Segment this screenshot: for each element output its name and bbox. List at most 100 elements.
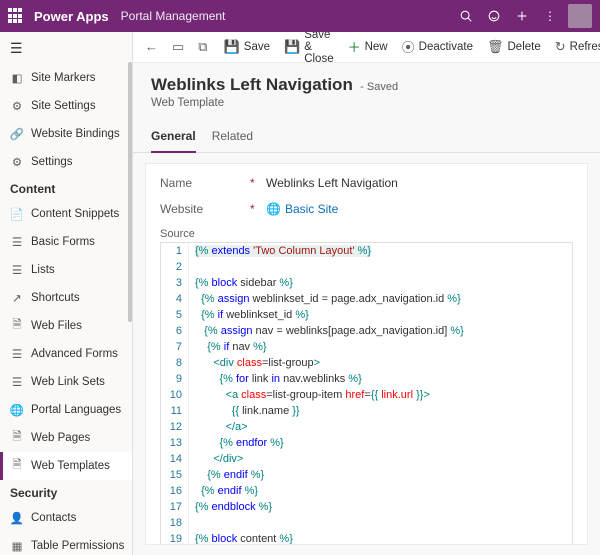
line-number: 12 (161, 419, 189, 435)
sidebar-item-label: Web Pages (31, 432, 90, 444)
code-line[interactable]: {% block sidebar %} (189, 275, 293, 291)
sidebar-item-table-permissions[interactable]: ▦Table Permissions (0, 532, 132, 555)
code-line[interactable]: </a> (189, 419, 248, 435)
code-line[interactable]: <div class=list-group> (189, 355, 320, 371)
code-line[interactable]: {% block content %} (189, 531, 293, 545)
source-editor[interactable]: 1{% extends 'Two Column Layout' %}23{% b… (160, 242, 573, 545)
code-line[interactable] (189, 515, 195, 531)
form-body: Name * Weblinks Left Navigation Website … (145, 163, 588, 545)
code-line[interactable]: {% extends 'Two Column Layout' %} (189, 243, 371, 259)
sidebar-item-advanced-forms[interactable]: ☰Advanced Forms (0, 340, 132, 368)
site-settings-icon: ⚙ (10, 99, 24, 113)
sidebar-item-site-settings[interactable]: ⚙Site Settings (0, 92, 132, 120)
search-icon[interactable] (452, 2, 480, 30)
code-line[interactable]: {% endfor %} (189, 435, 284, 451)
line-number: 1 (161, 243, 189, 259)
record-icon: ▭ (172, 39, 184, 55)
code-line[interactable]: {% if nav %} (189, 339, 267, 355)
code-line[interactable]: {% endif %} (189, 467, 264, 483)
save-close-button[interactable]: 💾Save & Close (278, 33, 340, 61)
lists-icon: ☰ (10, 263, 24, 277)
more-icon[interactable]: ⋮ (536, 2, 564, 30)
sidebar-item-label: Table Permissions (31, 540, 124, 552)
web-files-icon: 🗎 (10, 319, 24, 333)
sidebar-item-label: Contacts (31, 512, 76, 524)
sidebar-item-settings[interactable]: ⚙Settings (0, 148, 132, 176)
required-marker: * (250, 202, 256, 216)
sidebar-item-web-files[interactable]: 🗎 Web Files (0, 312, 132, 340)
sidebar-item-web-templates[interactable]: 🗎Web Templates (0, 452, 132, 480)
hamburger-icon[interactable]: ☰ (0, 32, 132, 64)
code-line[interactable]: <a class=list-group-item href={{ link.ur… (189, 387, 430, 403)
delete-label: Delete (508, 41, 541, 53)
code-line[interactable] (189, 259, 195, 275)
tab-related[interactable]: Related (212, 123, 253, 152)
sidebar-item-label: Web Files (31, 320, 82, 332)
name-label: Name (160, 176, 250, 190)
website-bindings-icon: 🔗 (10, 127, 24, 141)
refresh-icon: ↻ (555, 39, 566, 55)
name-field[interactable]: Weblinks Left Navigation (266, 176, 398, 190)
back-icon: ← (145, 39, 158, 54)
code-line[interactable]: {% assign weblinkset_id = page.adx_navig… (189, 291, 461, 307)
popout-button[interactable]: ⧉ (192, 33, 213, 61)
waffle-icon[interactable] (8, 8, 24, 24)
sidebar-item-contacts[interactable]: 👤 Contacts (0, 504, 132, 532)
code-line[interactable]: {% for link in nav.weblinks %} (189, 371, 362, 387)
code-line[interactable]: {% endblock %} (189, 499, 272, 515)
open-record-button[interactable]: ▭ (166, 33, 190, 61)
delete-button[interactable]: 🗑 Delete (481, 33, 547, 61)
delete-icon: 🗑 (487, 39, 504, 55)
sidebar-item-web-link-sets[interactable]: ☰ Web Link Sets (0, 368, 132, 396)
scrollbar[interactable] (128, 62, 132, 322)
code-line[interactable]: {% assign nav = weblinks[page.adx_naviga… (189, 323, 464, 339)
sidebar-item-label: Basic Forms (31, 236, 95, 248)
code-line[interactable]: {% if weblinkset_id %} (189, 307, 309, 323)
popout-icon: ⧉ (198, 39, 207, 55)
code-line[interactable]: {% endif %} (189, 483, 258, 499)
sidebar-item-label: Portal Languages (31, 404, 121, 416)
sidebar-item-content-snippets[interactable]: 📄Content Snippets (0, 200, 132, 228)
sidebar-item-label: Advanced Forms (31, 348, 118, 360)
deactivate-label: Deactivate (419, 41, 473, 53)
line-number: 8 (161, 355, 189, 371)
brand-label: Power Apps (34, 9, 109, 24)
sidebar-item-basic-forms[interactable]: ☰Basic Forms (0, 228, 132, 256)
sidebar-item-portal-languages[interactable]: 🌐Portal Languages (0, 396, 132, 424)
site-markers-icon: ◧ (10, 71, 24, 85)
form-tabs: General Related (133, 123, 600, 153)
tab-general[interactable]: General (151, 123, 196, 153)
code-line[interactable]: </div> (189, 451, 243, 467)
sidebar-section-security: Security (0, 480, 132, 504)
website-value: Basic Site (285, 202, 338, 216)
sidebar-item-website-bindings[interactable]: 🔗Website Bindings (0, 120, 132, 148)
sidebar-item-label: Web Templates (31, 460, 110, 472)
web-link-sets-icon: ☰ (10, 375, 24, 389)
sidebar-item-site-markers[interactable]: ◧Site Markers (0, 64, 132, 92)
globe-icon: 🌐 (266, 202, 281, 216)
line-number: 9 (161, 371, 189, 387)
deactivate-icon: ⦿ (402, 37, 415, 56)
sidebar-item-web-pages[interactable]: 🗎Web Pages (0, 424, 132, 452)
save-close-icon: 💾 (284, 39, 300, 55)
avatar[interactable] (568, 4, 592, 28)
new-button[interactable]: ＋New (342, 33, 394, 61)
save-status: - Saved (360, 81, 398, 93)
refresh-button[interactable]: ↻Refresh (549, 33, 600, 61)
sidebar-item-label: Web Link Sets (31, 376, 105, 388)
deactivate-button[interactable]: ⦿ Deactivate (396, 33, 479, 61)
website-lookup[interactable]: 🌐 Basic Site (266, 202, 338, 216)
save-button[interactable]: 💾 Save (218, 33, 276, 61)
sidebar-item-label: Content Snippets (31, 208, 119, 220)
sidebar-item-shortcuts[interactable]: ↗Shortcuts (0, 284, 132, 312)
contacts-icon: 👤 (10, 511, 24, 525)
save-label: Save (244, 41, 270, 53)
save-close-label: Save & Close (304, 32, 333, 65)
add-icon[interactable] (508, 2, 536, 30)
back-button[interactable]: ← (139, 33, 164, 61)
sidebar-item-label: Shortcuts (31, 292, 80, 304)
assistant-icon[interactable] (480, 2, 508, 30)
code-line[interactable]: {{ link.name }} (189, 403, 300, 419)
save-icon: 💾 (224, 39, 240, 55)
sidebar-item-lists[interactable]: ☰Lists (0, 256, 132, 284)
